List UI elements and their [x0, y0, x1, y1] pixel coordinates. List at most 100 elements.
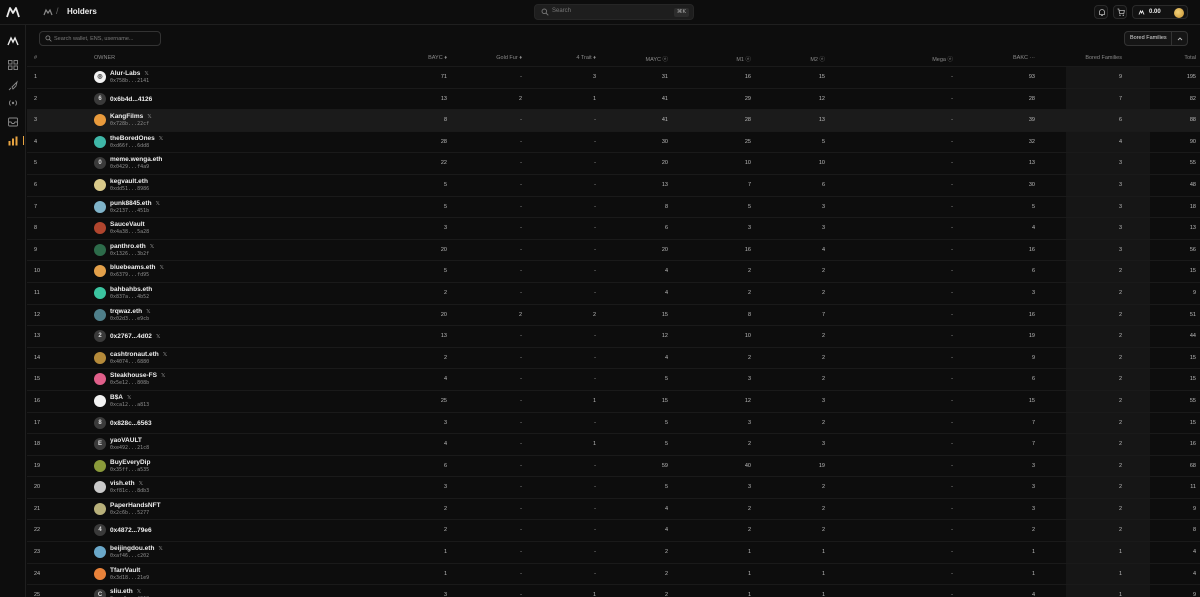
- table-row[interactable]: 4 theBoredOnes 𝕏 0xd66f...6dd8 28 - - 30 25 5 - 32 4…: [27, 130, 1200, 153]
- owner-name[interactable]: bluebeams.eth 𝕏: [110, 264, 164, 271]
- table-row[interactable]: 6 kegvault.eth 0xdd51...8986 5 - - 13 7 6 - 30 3 48: [27, 173, 1200, 196]
- avatar[interactable]: [94, 200, 106, 213]
- x-social-icon[interactable]: 𝕏: [146, 309, 150, 315]
- col-header-mayc[interactable]: MAYC ⓔ: [645, 55, 668, 63]
- table-row[interactable]: 9 panthro.eth 𝕏 0x1326...3b2f 20 - - 20 16 4 - 16 3 5…: [27, 238, 1200, 261]
- table-row[interactable]: 15 Steakhouse-FS 𝕏 0x5e12...808b 4 - - 5 3 2 - 6 2 15: [27, 368, 1200, 390]
- owner-name[interactable]: 0x828c...6563: [110, 420, 152, 427]
- avatar[interactable]: 4: [94, 524, 106, 537]
- rail-inbox-icon[interactable]: [7, 116, 19, 128]
- x-social-icon[interactable]: 𝕏: [147, 114, 151, 120]
- owner-name[interactable]: yaoVAULT: [110, 437, 142, 444]
- x-social-icon[interactable]: 𝕏: [158, 546, 162, 552]
- owner-name[interactable]: B$A 𝕏: [110, 394, 131, 401]
- col-header-m2[interactable]: M2 ⓔ: [810, 55, 825, 63]
- x-social-icon[interactable]: 𝕏: [156, 201, 160, 207]
- avatar[interactable]: [94, 135, 106, 148]
- owner-name[interactable]: punk8845.eth 𝕏: [110, 200, 160, 207]
- col-header-total[interactable]: Total: [1184, 55, 1196, 61]
- avatar[interactable]: [94, 567, 106, 580]
- table-row[interactable]: 20 vish.eth 𝕏 0xf81c...8db3 3 - - 5 3 2 - 3 2 11: [27, 476, 1200, 498]
- avatar[interactable]: [94, 373, 106, 386]
- avatar[interactable]: [94, 459, 106, 472]
- holders-search-field[interactable]: [39, 31, 161, 46]
- owner-name[interactable]: vish.eth 𝕏: [110, 480, 143, 487]
- owner-name[interactable]: 0x4872...79e6: [110, 527, 152, 534]
- owner-name[interactable]: 0x2767...4d02 𝕏: [110, 333, 160, 340]
- notifications-button[interactable]: [1094, 5, 1108, 19]
- owner-name[interactable]: Steakhouse-FS 𝕏: [110, 372, 165, 379]
- avatar[interactable]: 2: [94, 330, 106, 343]
- table-row[interactable]: 13 2 0x2767...4d02 𝕏 13 - - 12 10 2 - 19 2 44: [27, 325, 1200, 347]
- table-row[interactable]: 5 0 meme.wenga.eth 0x0429...f4a9 22 - - 20 10 10 -…: [27, 152, 1200, 174]
- table-row[interactable]: 7 punk8845.eth 𝕏 0x2137...451b 5 - - 8 5 3 - 5 3 18: [27, 195, 1200, 218]
- avatar[interactable]: 0: [94, 157, 106, 170]
- avatar[interactable]: [94, 481, 106, 494]
- table-row[interactable]: 17 8 0x828c...6563 3 - - 5 3 2 - 7 2 15: [27, 411, 1200, 434]
- table-row[interactable]: 22 4 0x4872...79e6 2- -4 2 2-2 2 8: [27, 519, 1200, 541]
- table-row[interactable]: 25Csliu.eth𝕏0xccdb...f9683-1211-419: [27, 584, 1200, 597]
- owner-name[interactable]: trqwaz.eth 𝕏: [110, 308, 151, 315]
- table-row[interactable]: 18 EyaoVAULT 0xe492...21c8 4 - 1 5 2 3 - 7 2 16: [27, 433, 1200, 455]
- x-social-icon[interactable]: 𝕏: [137, 589, 141, 595]
- x-social-icon[interactable]: 𝕏: [161, 373, 165, 379]
- owner-name[interactable]: KangFilms 𝕏: [110, 113, 152, 120]
- owner-name[interactable]: PaperHandsNFT: [110, 502, 161, 509]
- cart-button[interactable]: [1113, 5, 1127, 19]
- x-social-icon[interactable]: 𝕏: [160, 265, 164, 271]
- table-row[interactable]: 16 B$A 𝕏 0xca12...a813 25 - 1 15 12 3 - 15 2 55: [27, 389, 1200, 412]
- collection-select-toggle[interactable]: [1171, 31, 1188, 46]
- x-social-icon[interactable]: 𝕏: [127, 395, 131, 401]
- x-social-icon[interactable]: 𝕏: [144, 71, 148, 77]
- avatar[interactable]: [94, 243, 106, 256]
- owner-name[interactable]: theBoredOnes 𝕏: [110, 135, 163, 142]
- col-header-m1[interactable]: M1 ⓔ: [736, 55, 751, 63]
- breadcrumb-collection-icon[interactable]: [43, 7, 53, 17]
- rail-grid-icon[interactable]: [7, 59, 19, 71]
- user-avatar[interactable]: [1174, 7, 1184, 18]
- table-row[interactable]: 21 PaperHandsNFT 0x2c6b...5277 2 - - 4 2 2 - 3 2 9: [27, 497, 1200, 520]
- avatar[interactable]: [94, 222, 106, 235]
- holders-search-input[interactable]: [54, 32, 158, 45]
- avatar[interactable]: [94, 114, 106, 127]
- x-social-icon[interactable]: 𝕏: [163, 352, 167, 358]
- table-row[interactable]: 10 bluebeams.eth 𝕏 0x6379...fd95 5 - - 4 2 2 - 6 2 15: [27, 260, 1200, 282]
- table-row[interactable]: 2 6 0x6b4d...4126 13 2 1 41 29 12 - 28 7 82: [27, 87, 1200, 110]
- x-social-icon[interactable]: 𝕏: [150, 244, 154, 250]
- avatar[interactable]: ◎: [94, 71, 106, 83]
- col-header-bored-families[interactable]: Bored Families: [1085, 55, 1122, 61]
- avatar[interactable]: [94, 502, 106, 515]
- owner-name[interactable]: meme.wenga.eth: [110, 156, 162, 163]
- rail-broadcast-icon[interactable]: [7, 97, 19, 109]
- avatar[interactable]: [94, 286, 106, 299]
- avatar[interactable]: 6: [94, 92, 106, 105]
- table-row[interactable]: 3 KangFilms 𝕏 0x728b...22cf 8 - - 41 28 13 - 39 6 88: [27, 109, 1200, 131]
- owner-name[interactable]: 0x6b4d...4126: [110, 96, 152, 103]
- table-row[interactable]: 24 TfarrVault 0x3d18...21e9 1 - - 2 1 1 - 1 1 4: [27, 562, 1200, 585]
- avatar[interactable]: [94, 394, 106, 407]
- owner-name[interactable]: sliu.eth 𝕏: [110, 588, 141, 595]
- owner-name[interactable]: SauceVault: [110, 221, 145, 228]
- owner-name[interactable]: Alur-Labs 𝕏: [110, 70, 149, 77]
- owner-name[interactable]: TfarrVault: [110, 567, 140, 574]
- avatar[interactable]: C: [94, 589, 106, 597]
- global-search[interactable]: Search ⌘K: [534, 4, 694, 20]
- avatar[interactable]: [94, 351, 106, 364]
- x-social-icon[interactable]: 𝕏: [159, 136, 163, 142]
- avatar[interactable]: [94, 308, 106, 321]
- avatar[interactable]: [94, 546, 106, 559]
- avatar[interactable]: [94, 178, 106, 191]
- rail-analytics-icon[interactable]: [7, 135, 19, 147]
- col-header-bayc[interactable]: BAYC ♦: [428, 55, 447, 61]
- col-header-bakc[interactable]: BAKC ···: [1013, 55, 1035, 61]
- rail-home-icon[interactable]: [7, 35, 19, 47]
- owner-name[interactable]: kegvault.eth: [110, 178, 148, 185]
- avatar[interactable]: [94, 265, 106, 278]
- table-row[interactable]: 11 bahbahbs.eth 0x837a...4b52 2 - - 4 2 2 - 3 2 9: [27, 281, 1200, 304]
- table-row[interactable]: 1 ◎ Alur-Labs 𝕏 0x758b...2141 71 - 3 31 16 15 - 93 9 1…: [27, 66, 1200, 88]
- collection-select[interactable]: Bored Families: [1124, 31, 1172, 46]
- table-row[interactable]: 14 cashtronaut.eth 𝕏 0x4074...6880 2 - - 4 2 2 - 9 2…: [27, 346, 1200, 369]
- owner-name[interactable]: beijingdou.eth 𝕏: [110, 545, 163, 552]
- owner-name[interactable]: bahbahbs.eth: [110, 286, 152, 293]
- col-header-4-trait[interactable]: 4 Trait ♦: [576, 55, 596, 61]
